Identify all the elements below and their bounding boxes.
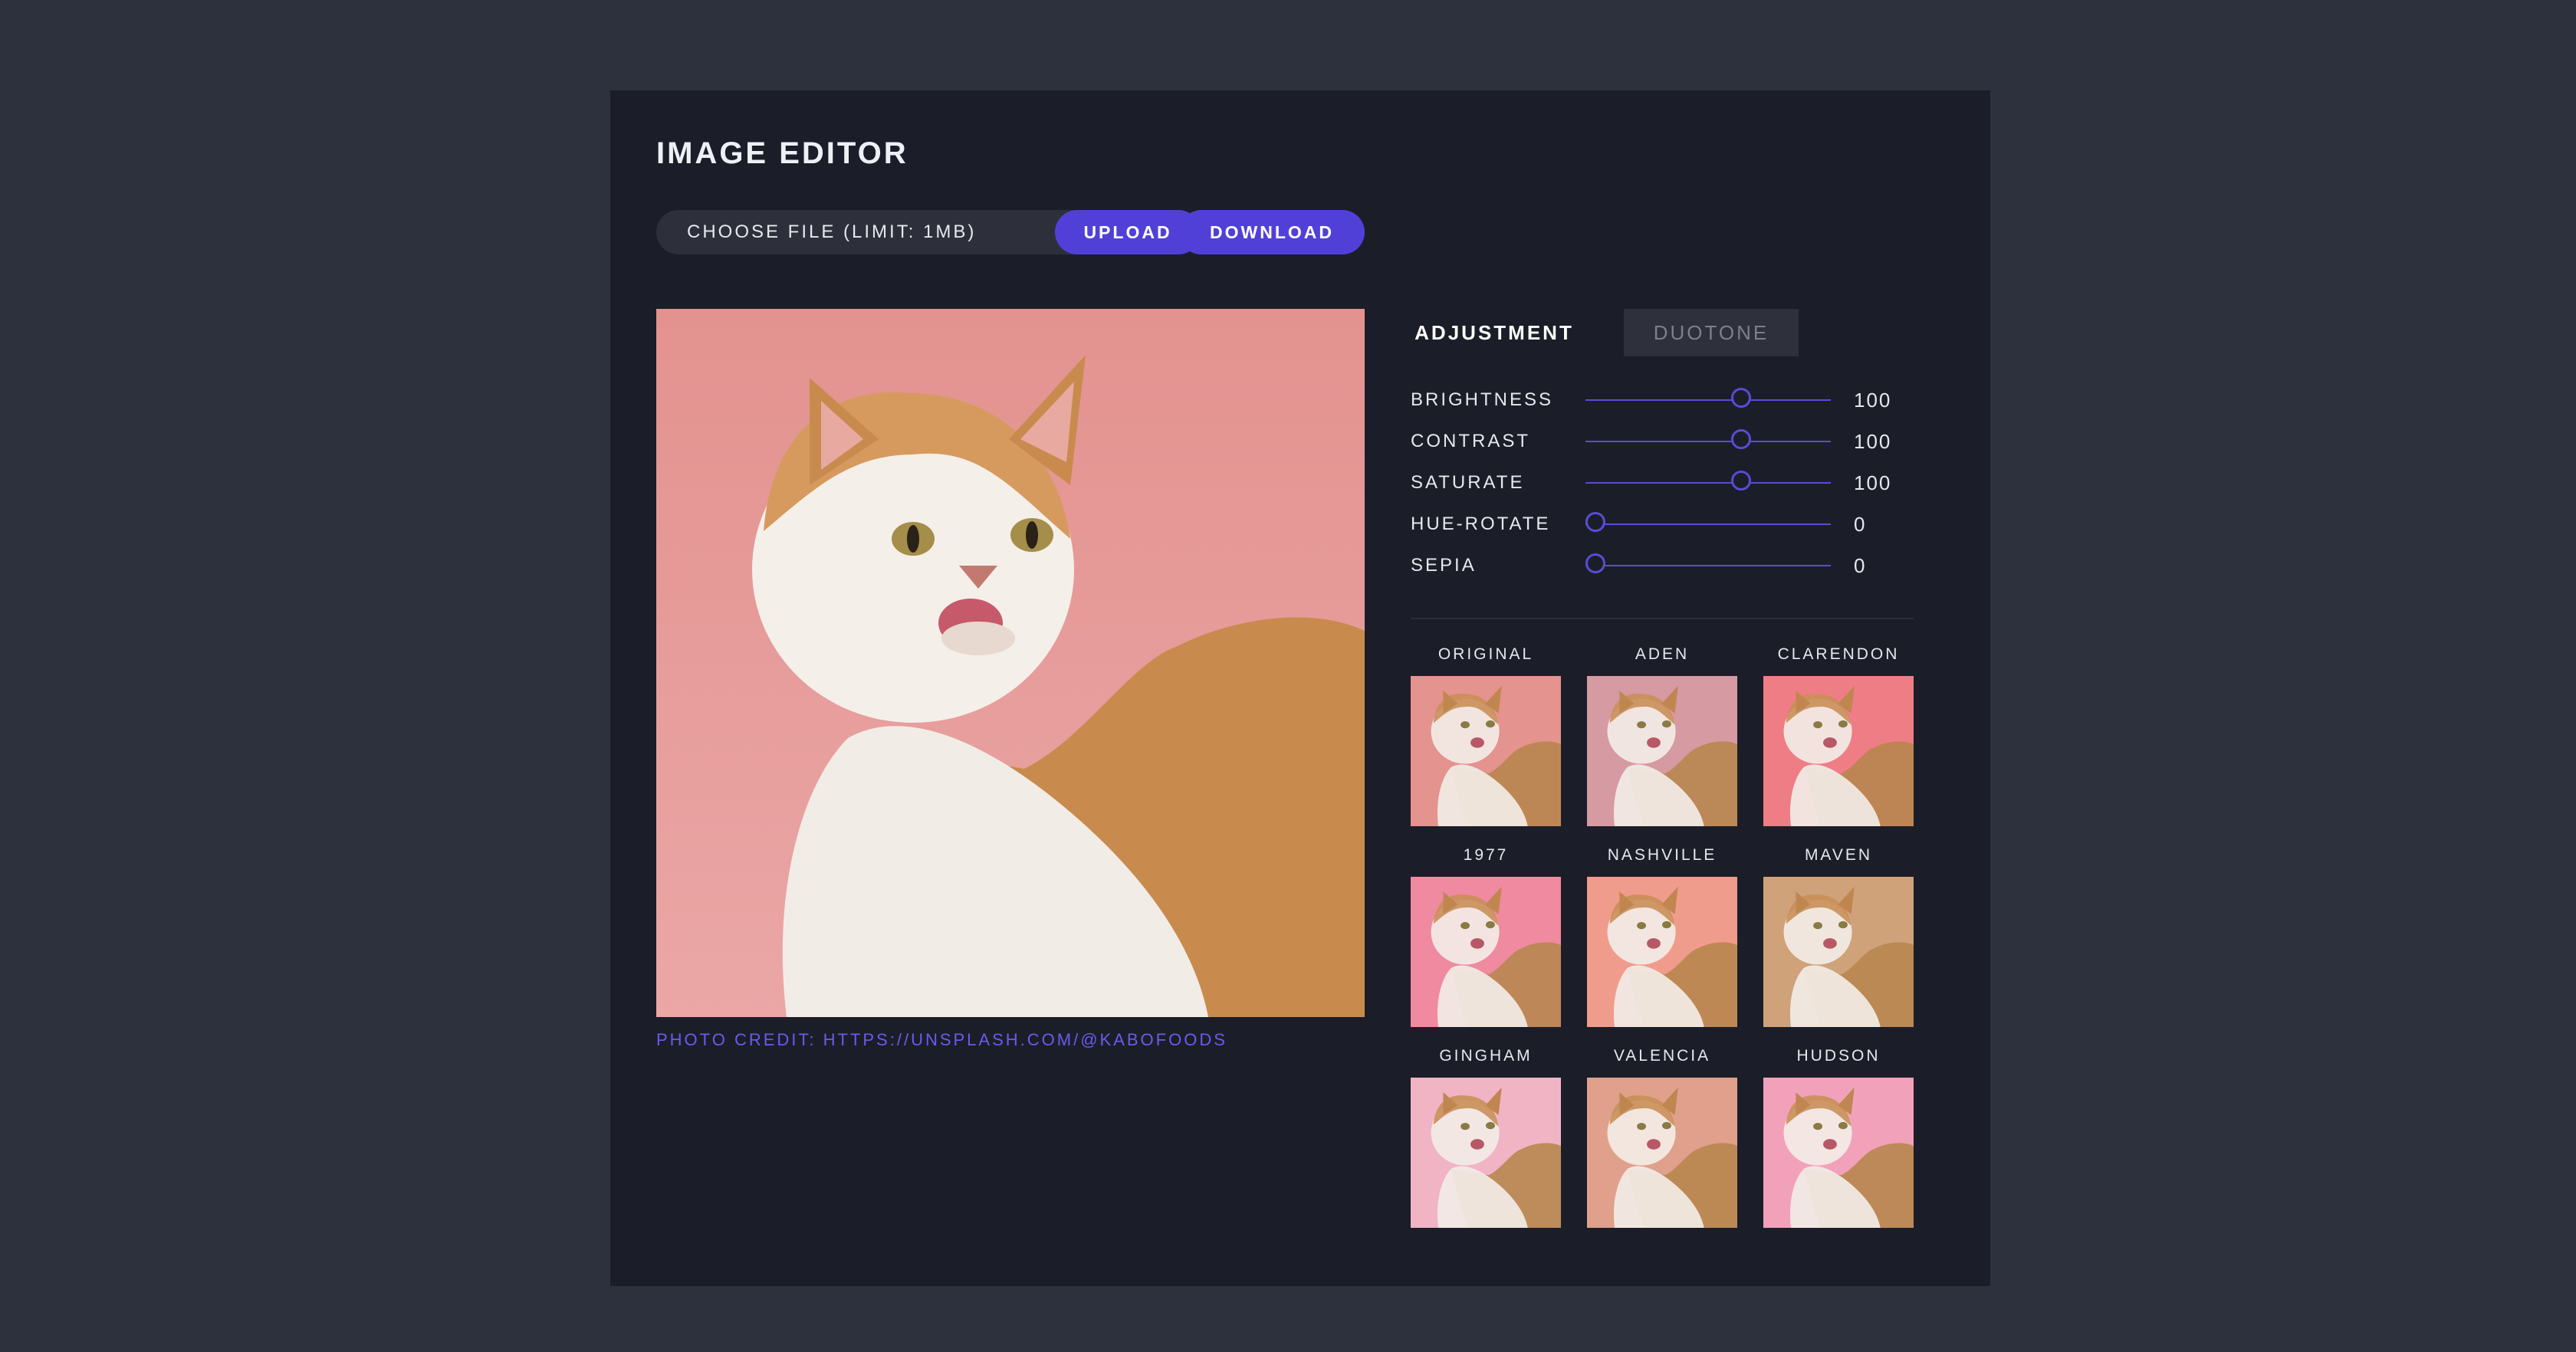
hue-rotate-track[interactable] bbox=[1585, 512, 1831, 532]
main-image bbox=[656, 309, 1365, 1017]
contrast-slider-row: CONTRAST 100 bbox=[1411, 421, 1917, 462]
cat-thumbnail bbox=[1587, 877, 1737, 1027]
contrast-thumb[interactable] bbox=[1730, 429, 1751, 449]
saturate-slider-row: SATURATE 100 bbox=[1411, 462, 1917, 504]
file-chooser[interactable]: CHOOSE FILE (LIMIT: 1MB) UPLOAD bbox=[656, 210, 1201, 254]
saturate-track[interactable] bbox=[1585, 471, 1831, 491]
tab-duotone[interactable]: DUOTONE bbox=[1624, 309, 1799, 356]
filter-name: HUDSON bbox=[1796, 1047, 1881, 1065]
contrast-value: 100 bbox=[1854, 430, 1892, 453]
filter-name: NASHVILLE bbox=[1607, 846, 1717, 864]
contrast-label: CONTRAST bbox=[1411, 431, 1530, 451]
filter-preview[interactable] bbox=[1763, 1078, 1914, 1228]
filter-preview[interactable] bbox=[1587, 676, 1737, 826]
filter-name: CLARENDON bbox=[1777, 645, 1900, 663]
hue-rotate-slider-row: HUE-ROTATE 0 bbox=[1411, 504, 1917, 545]
filter-name: MAVEN bbox=[1804, 846, 1873, 864]
filter-name: VALENCIA bbox=[1613, 1047, 1711, 1065]
filter-name: GINGHAM bbox=[1439, 1047, 1533, 1065]
cat-thumbnail bbox=[1411, 676, 1561, 826]
brightness-thumb[interactable] bbox=[1730, 388, 1751, 408]
filter-preview[interactable] bbox=[1411, 1078, 1561, 1228]
filter-name: 1977 bbox=[1463, 846, 1509, 864]
cat-thumbnail bbox=[1587, 1078, 1737, 1228]
filter-name: ADEN bbox=[1635, 645, 1690, 663]
cat-photo bbox=[656, 309, 1365, 1017]
filter-preview[interactable] bbox=[1411, 877, 1561, 1027]
hue-rotate-label: HUE-ROTATE bbox=[1411, 514, 1551, 534]
brightness-value: 100 bbox=[1854, 389, 1892, 412]
hue-rotate-thumb[interactable] bbox=[1585, 512, 1605, 532]
saturate-label: SATURATE bbox=[1411, 472, 1525, 493]
saturate-value: 100 bbox=[1854, 471, 1892, 494]
filter-preview[interactable] bbox=[1763, 676, 1914, 826]
cat-thumbnail bbox=[1763, 676, 1914, 826]
filter-name: ORIGINAL bbox=[1438, 645, 1534, 663]
sepia-track[interactable] bbox=[1585, 553, 1831, 573]
choose-file-label[interactable]: CHOOSE FILE (LIMIT: 1MB) bbox=[687, 210, 976, 254]
brightness-track[interactable] bbox=[1585, 388, 1831, 408]
download-button[interactable]: DOWNLOAD bbox=[1179, 210, 1365, 254]
saturate-thumb[interactable] bbox=[1730, 471, 1751, 491]
hue-rotate-value: 0 bbox=[1854, 513, 1867, 536]
filter-preview[interactable] bbox=[1587, 1078, 1737, 1228]
cat-thumbnail bbox=[1763, 877, 1914, 1027]
filter-preview[interactable] bbox=[1587, 877, 1737, 1027]
tab-adjustment[interactable]: ADJUSTMENT bbox=[1408, 309, 1581, 356]
sepia-value: 0 bbox=[1854, 554, 1867, 577]
sepia-slider-row: SEPIA 0 bbox=[1411, 545, 1917, 586]
page-title: IMAGE EDITOR bbox=[656, 136, 909, 170]
photo-credit-link[interactable]: PHOTO CREDIT: HTTPS://UNSPLASH.COM/@KABO… bbox=[656, 1030, 1227, 1050]
sepia-thumb[interactable] bbox=[1585, 553, 1605, 573]
cat-thumbnail bbox=[1587, 676, 1737, 826]
filter-preview[interactable] bbox=[1411, 676, 1561, 826]
brightness-slider-row: BRIGHTNESS 100 bbox=[1411, 379, 1917, 421]
filter-preview[interactable] bbox=[1763, 877, 1914, 1027]
contrast-track[interactable] bbox=[1585, 429, 1831, 449]
divider bbox=[1411, 618, 1914, 619]
cat-thumbnail bbox=[1411, 1078, 1561, 1228]
editor-panel: IMAGE EDITOR CHOOSE FILE (LIMIT: 1MB) UP… bbox=[610, 90, 1990, 1286]
brightness-label: BRIGHTNESS bbox=[1411, 389, 1554, 410]
sepia-label: SEPIA bbox=[1411, 555, 1477, 576]
cat-thumbnail bbox=[1763, 1078, 1914, 1228]
cat-thumbnail bbox=[1411, 877, 1561, 1027]
